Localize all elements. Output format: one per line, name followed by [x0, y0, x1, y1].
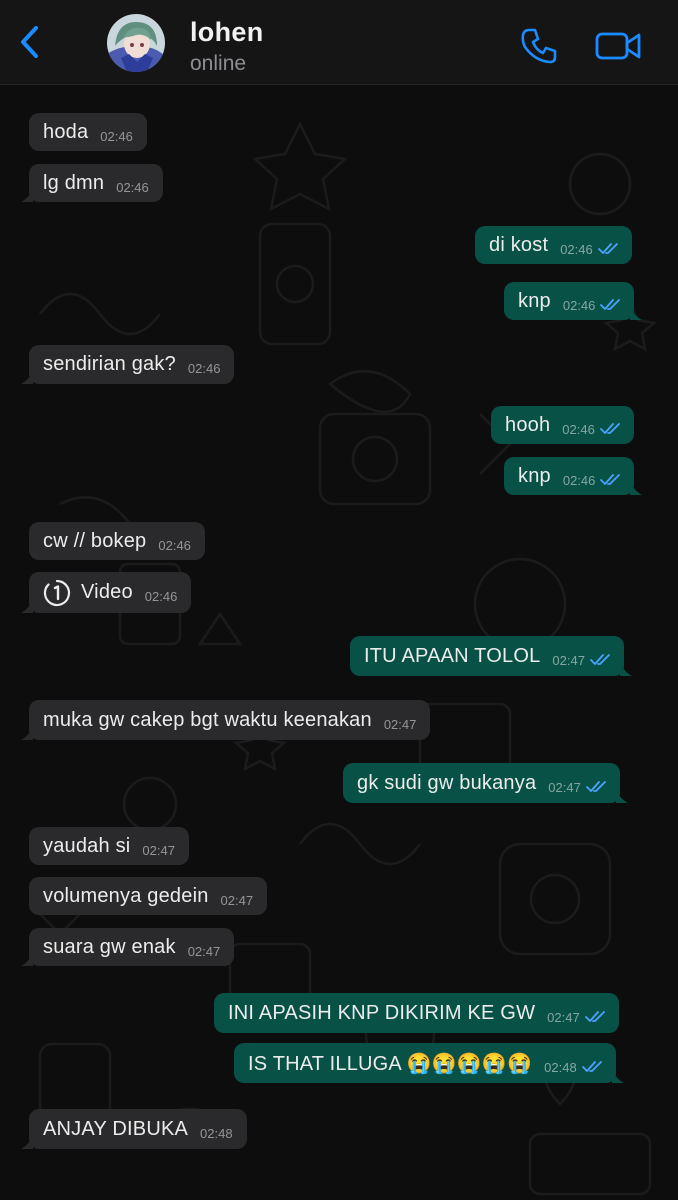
view-once-icon — [43, 579, 71, 607]
bubble-tail — [630, 306, 643, 320]
bubble-tail — [615, 789, 628, 803]
message-text: suara gw enak — [43, 935, 176, 958]
chevron-left-icon — [21, 26, 38, 58]
read-receipt-icon — [599, 423, 620, 435]
video-camera-icon — [595, 32, 641, 60]
bubble-tail — [21, 188, 33, 202]
message-time: 02:47 — [552, 652, 585, 668]
message-bubble-incoming[interactable]: cw // bokep 02:46 — [29, 522, 205, 560]
message-bubble-outgoing[interactable]: hooh 02:46 — [491, 406, 634, 444]
avatar[interactable] — [107, 14, 165, 72]
message-text: Video — [81, 581, 133, 603]
read-receipt-icon — [597, 243, 618, 255]
message-bubble-incoming[interactable]: yaudah si 02:47 — [29, 827, 189, 865]
message-bubble-incoming[interactable]: lg dmn 02:46 — [21, 164, 163, 202]
message-time: 02:46 — [187, 361, 221, 376]
avatar-image — [107, 14, 165, 72]
message-time: 02:47 — [548, 779, 581, 795]
bubble-tail — [21, 370, 33, 384]
read-receipt-icon — [584, 1011, 605, 1023]
read-receipt-icon — [585, 781, 606, 793]
bubble-tail — [21, 726, 33, 740]
message-bubble-outgoing[interactable]: gk sudi gw bukanya 02:47 — [343, 763, 628, 803]
read-receipt-icon — [600, 299, 621, 311]
message-time: 02:46 — [560, 241, 593, 257]
bubble-tail — [630, 481, 643, 495]
message-bubble-outgoing[interactable]: knp 02:46 — [504, 282, 643, 320]
bubble-tail — [611, 1069, 624, 1083]
message-time: 02:46 — [116, 179, 149, 195]
view-once-video-message[interactable]: Video 02:46 — [21, 572, 192, 613]
read-receipt-icon — [581, 1061, 602, 1073]
message-time: 02:47 — [187, 943, 221, 959]
chat-screen: lohen online hoda 02:46 lg dmn 02:46 di … — [0, 0, 678, 1200]
message-text: knp — [518, 464, 551, 487]
message-text: muka gw cakep bgt waktu keenakan — [43, 708, 372, 731]
read-receipt-icon — [590, 654, 610, 666]
message-bubble-incoming[interactable]: suara gw enak 02:47 — [21, 928, 235, 966]
message-time: 02:48 — [200, 1125, 233, 1141]
message-text: knp — [518, 289, 551, 312]
message-bubble-outgoing[interactable]: INI APASIH KNP DIKIRIM KE GW 02:47 — [214, 993, 619, 1033]
read-receipt-icon — [600, 474, 621, 486]
message-time: 02:46 — [562, 421, 595, 437]
message-text: cw // bokep — [43, 529, 147, 552]
message-time: 02:47 — [142, 842, 175, 858]
message-time: 02:46 — [158, 537, 191, 553]
message-text: INI APASIH KNP DIKIRIM KE GW — [228, 1001, 536, 1024]
message-bubble-outgoing[interactable]: di kost 02:46 — [475, 226, 632, 264]
message-bubble-incoming[interactable]: sendirian gak? 02:46 — [21, 345, 235, 384]
bubble-tail — [619, 662, 632, 676]
bubble-tail — [21, 1135, 33, 1149]
message-bubble-incoming[interactable]: muka gw cakep bgt waktu keenakan 02:47 — [21, 700, 431, 740]
message-bubble-incoming[interactable]: ANJAY DIBUKA 02:48 — [21, 1109, 247, 1149]
contact-status: online — [190, 52, 247, 75]
message-time: 02:46 — [144, 589, 178, 604]
message-time: 02:46 — [100, 128, 133, 144]
message-bubble-outgoing[interactable]: knp 02:46 — [504, 457, 643, 495]
bubble-tail — [21, 952, 33, 966]
contact-name[interactable]: lohen — [190, 17, 264, 48]
message-text: di kost — [489, 233, 549, 256]
message-time: 02:47 — [220, 892, 254, 908]
message-time: 02:46 — [562, 297, 596, 313]
message-text: hoda — [43, 120, 89, 143]
bubble-tail — [21, 599, 33, 613]
message-bubble-incoming[interactable]: volumenya gedein 02:47 — [29, 877, 268, 915]
message-bubble-outgoing[interactable]: IS THAT ILLUGA 😭😭😭😭😭 02:48 — [234, 1043, 624, 1083]
phone-icon — [521, 28, 557, 64]
message-text: ITU APAAN TOLOL — [364, 644, 541, 667]
message-text: volumenya gedein — [43, 884, 209, 907]
message-bubble-outgoing[interactable]: ITU APAAN TOLOL 02:47 — [350, 636, 632, 676]
back-button[interactable] — [10, 22, 50, 62]
message-text: gk sudi gw bukanya — [357, 771, 537, 794]
message-time: 02:47 — [547, 1009, 580, 1025]
video-call-button[interactable] — [594, 26, 644, 66]
message-text: sendirian gak? — [43, 353, 176, 375]
message-time: 02:46 — [562, 472, 596, 488]
voice-call-button[interactable] — [519, 26, 559, 66]
chat-header: lohen online — [0, 0, 678, 85]
message-text: lg dmn — [43, 171, 105, 194]
message-text: IS THAT ILLUGA 😭😭😭😭😭 — [248, 1052, 533, 1075]
message-text: yaudah si — [43, 834, 131, 857]
message-text: ANJAY DIBUKA — [43, 1117, 189, 1140]
message-bubble-incoming[interactable]: hoda 02:46 — [29, 113, 147, 151]
message-time: 02:47 — [383, 716, 417, 732]
message-time: 02:48 — [544, 1059, 577, 1075]
message-text: hooh — [505, 413, 551, 436]
